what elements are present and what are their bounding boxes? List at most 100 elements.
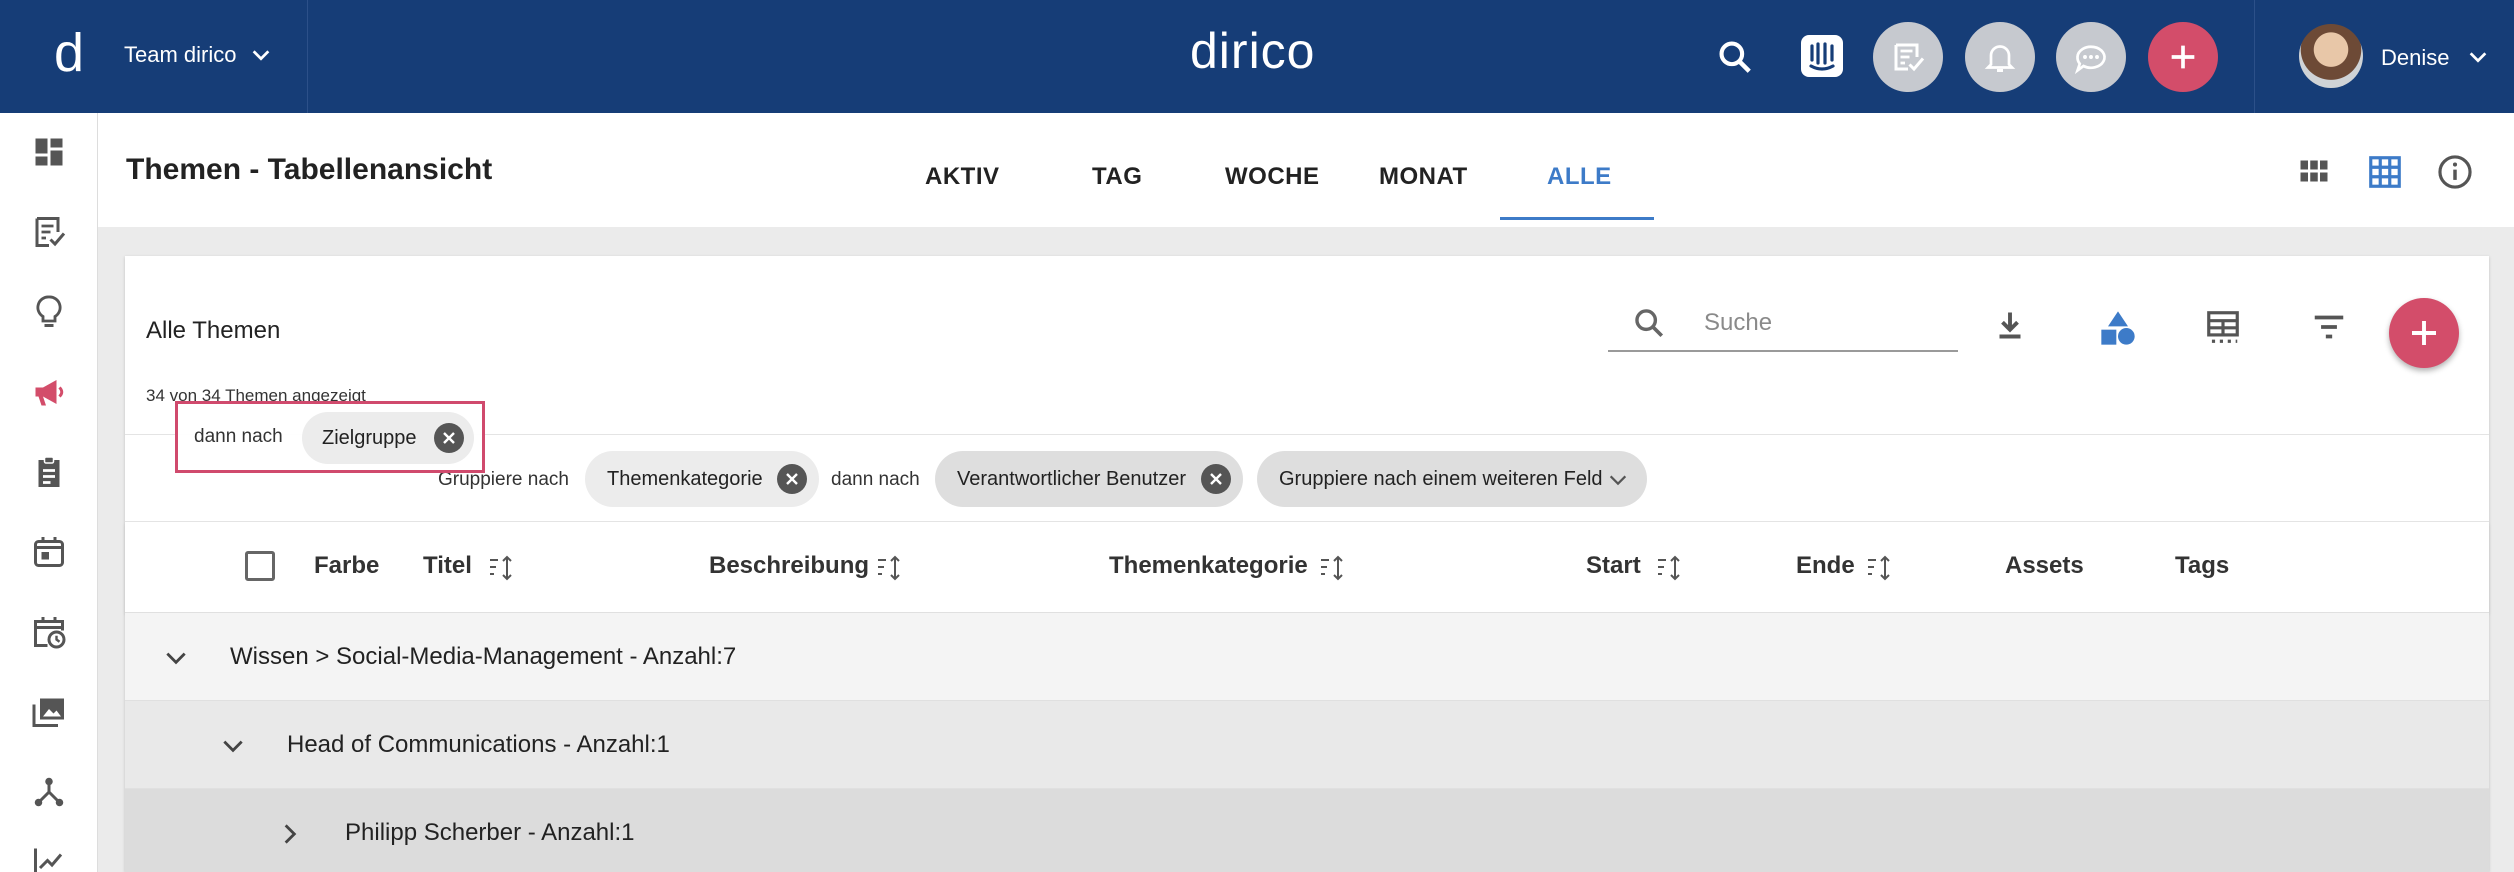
table-view-icon[interactable] [2366,153,2404,191]
sidebar-item-media[interactable] [30,693,68,731]
team-name: Team dirico [124,42,237,67]
calendar-icon [34,537,64,567]
group-row-level-0[interactable]: Wissen > Social-Media-Management - Anzah… [125,613,2489,701]
tab-monat[interactable]: MONAT [1379,163,1468,191]
add-icon [2171,45,2195,69]
group-label: Head of Communications - Anzahl:1 [287,731,670,758]
info-icon[interactable] [2436,153,2474,191]
page-header: Themen - Tabellenansicht AKTIV TAG WOCHE… [98,113,2514,227]
chevron-down-icon[interactable] [220,733,246,759]
tasks-icon [35,217,66,247]
tab-woche[interactable]: WOCHE [1225,163,1320,191]
add-group-field-dropdown[interactable]: Gruppiere nach einem weiteren Feld [1257,451,1647,507]
notifications-button[interactable] [1965,22,2035,92]
user-name: Denise [2381,45,2450,70]
intercom-icon[interactable] [1801,35,1843,77]
group-chip-themenkategorie[interactable]: Themenkategorie [585,451,819,507]
sidebar-item-calendar[interactable] [30,533,68,571]
close-icon [443,432,455,444]
table-columns-icon[interactable] [2204,308,2242,346]
highlighted-group-chip: dann nach Zielgruppe [175,401,485,473]
brand-name: dirico [1190,23,1316,79]
chevron-down-icon[interactable] [163,645,189,671]
add-theme-button[interactable] [2389,298,2459,368]
column-header-tags[interactable]: Tags [2175,552,2229,580]
search-icon[interactable] [1716,38,1754,76]
column-header-assets[interactable]: Assets [2005,552,2084,580]
sort-icon[interactable] [875,554,905,582]
tab-tag[interactable]: TAG [1092,163,1142,191]
column-header-start[interactable]: Start [1586,552,1641,580]
group-row-level-2[interactable]: Philipp Scherber - Anzahl:1 [125,789,2489,872]
megaphone-icon [35,380,64,406]
sort-icon[interactable] [487,554,517,582]
schedule-icon [34,617,66,649]
user-menu[interactable]: Denise [2254,0,2514,113]
tab-aktiv[interactable]: AKTIV [925,163,1000,191]
tasks-icon [1894,43,1925,72]
then-by-label: dann nach [831,469,920,490]
filter-icon[interactable] [2310,308,2348,346]
chevron-right-icon[interactable] [277,821,303,847]
search-icon [1635,309,1664,338]
column-header-themenkategorie[interactable]: Themenkategorie [1109,552,1308,580]
active-tab-indicator [1500,217,1654,220]
remove-chip-button[interactable] [777,464,807,494]
column-header-ende[interactable]: Ende [1796,552,1855,580]
chat-icon [2074,45,2106,75]
chip-label: Themenkategorie [607,467,763,490]
tab-alle[interactable]: ALLE [1547,163,1612,191]
clipboard-icon [38,456,60,487]
top-bar: d Team dirico dirico Denise [0,0,2514,113]
app-logo: d [54,23,85,83]
grid-view-icon[interactable] [2296,153,2332,189]
sidebar-item-campaigns[interactable] [30,373,68,411]
column-header-beschreibung[interactable]: Beschreibung [709,552,869,580]
sidebar-item-network[interactable] [30,773,68,811]
group-label: Philipp Scherber - Anzahl:1 [345,819,635,846]
chevron-down-icon [2469,52,2487,63]
tasks-button[interactable] [1873,22,1943,92]
avatar [2299,24,2363,88]
remove-chip-button[interactable] [434,423,464,453]
chat-button[interactable] [2056,22,2126,92]
search-input[interactable] [1704,308,1954,338]
sidebar-item-schedule[interactable] [30,613,68,651]
page-title: Themen - Tabellenansicht [126,153,493,186]
select-all-checkbox[interactable] [245,551,275,581]
sidebar-item-ideas[interactable] [30,293,68,331]
close-icon [1210,473,1222,485]
search-field[interactable] [1608,294,1958,352]
group-row-level-1[interactable]: Head of Communications - Anzahl:1 [125,701,2489,789]
sidebar-item-clipboard[interactable] [30,453,68,491]
close-icon [786,473,798,485]
group-chip-verantwortlicher-benutzer[interactable]: Verantwortlicher Benutzer [935,451,1243,507]
create-button[interactable] [2148,22,2218,92]
media-icon [32,698,64,727]
chevron-down-icon [1609,475,1627,486]
dashboard-icon [35,138,63,166]
column-header-titel[interactable]: Titel [423,552,472,580]
column-header-farbe[interactable]: Farbe [314,552,379,580]
remove-chip-button[interactable] [1201,464,1231,494]
card-title: Alle Themen [146,317,281,344]
then-by-label: dann nach [194,426,283,447]
group-chip-zielgruppe[interactable]: Zielgruppe [302,412,474,464]
group-label: Wissen > Social-Media-Management - Anzah… [230,643,737,670]
add-icon [2412,321,2436,345]
sidebar [0,113,98,872]
sort-icon[interactable] [1865,554,1895,582]
sidebar-item-dashboard[interactable] [30,133,68,171]
sort-icon[interactable] [1655,554,1685,582]
sort-icon[interactable] [1318,554,1348,582]
themes-card: Alle Themen 34 von 34 Themen angezeigt G… [125,256,2489,872]
sidebar-item-analytics[interactable] [30,843,68,872]
shapes-icon[interactable] [2098,308,2138,348]
lightbulb-icon [36,295,62,327]
chip-label: Gruppiere nach einem weiteren Feld [1279,467,1603,490]
bell-icon [1984,45,2016,72]
sidebar-item-tasks[interactable] [30,213,68,251]
team-switcher[interactable]: d Team dirico [0,0,308,113]
table-header: Farbe Titel Beschreibung Themenkategorie… [125,522,2489,613]
download-icon[interactable] [1992,308,2028,344]
